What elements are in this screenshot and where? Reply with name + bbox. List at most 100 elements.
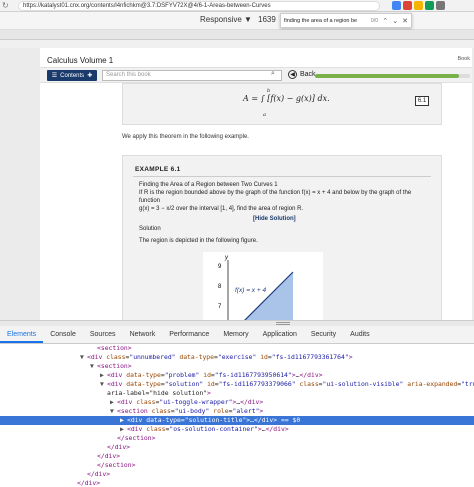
find-input[interactable]: finding the area of a region be <box>284 18 367 24</box>
formula-upper: b <box>267 88 271 94</box>
page: Calculus Volume 1 Book ☰ Contents ✚ Sear… <box>40 48 472 320</box>
tab-audits[interactable]: Audits <box>343 326 376 343</box>
grip-icon <box>276 322 290 325</box>
expand-toggle-icon[interactable]: ▼ <box>90 362 97 371</box>
contents-label: Contents <box>60 72 85 79</box>
tab-console[interactable]: Console <box>43 326 83 343</box>
equation-number: 6.1 <box>415 96 429 106</box>
dom-node[interactable]: ▼ <div data-type="solution" id="fs-id1167… <box>0 380 474 389</box>
dom-node-text: </div> <box>97 452 121 460</box>
tab-network[interactable]: Network <box>123 326 163 343</box>
dom-node-text: <div class="ui-toggle-wrapper">…</div> <box>117 398 264 406</box>
dom-node-selected[interactable]: ▶ <div data-type="solution-title">…</div>… <box>0 416 474 425</box>
region-graph: y 9 8 7 6 f(x) = x + 4 <box>203 252 323 320</box>
dom-node-text: <div class="unnumbered" data-type="exerc… <box>87 353 353 361</box>
address-bar[interactable]: https://katalyst01.cnx.org/contents/l4nf… <box>18 1 380 11</box>
progress-fill <box>315 74 460 78</box>
dom-node[interactable]: </div> <box>0 479 474 487</box>
example-text-line-2: g(x) = 3 − x/2 over the interval [1, 4],… <box>139 206 304 212</box>
fx-label: f(x) = x + 4 <box>235 287 266 294</box>
dom-node[interactable]: ▼ <div class="unnumbered" data-type="exer… <box>0 353 474 362</box>
dom-node[interactable]: ▶ <div data-type="problem" id="fs-id11677… <box>0 371 474 380</box>
dom-node[interactable]: </div> <box>0 443 474 452</box>
expand-toggle-icon[interactable]: ▼ <box>100 380 107 389</box>
find-count: 0/0 <box>370 17 379 24</box>
find-close-icon[interactable]: ✕ <box>402 17 408 25</box>
expand-toggle-icon[interactable]: ▼ <box>110 407 117 416</box>
example-name: Finding the Area of a Region between Two… <box>139 182 278 188</box>
dom-node-text: <div data-type="problem" id="fs-id116779… <box>107 371 323 379</box>
list-icon: ☰ <box>51 73 58 79</box>
dom-node-text: </div> <box>107 443 131 451</box>
find-next-icon[interactable]: ⌄ <box>392 17 398 25</box>
dom-node[interactable]: ▶ <div class="ui-toggle-wrapper">…</div> <box>0 398 474 407</box>
tab-sources[interactable]: Sources <box>83 326 123 343</box>
book-link[interactable]: Book <box>457 56 470 62</box>
solution-label: Solution <box>139 226 161 232</box>
extension-icon-1[interactable] <box>392 1 401 10</box>
back-button[interactable]: ◀ Back <box>288 70 316 79</box>
formula-lower: a <box>263 112 266 118</box>
dom-node[interactable]: </section> <box>0 434 474 443</box>
nav-buttons: ↻ <box>2 1 9 11</box>
dom-node[interactable]: aria-label="hide solution"> <box>0 389 474 398</box>
example-box: EXAMPLE 6.1 Finding the Area of a Region… <box>122 155 442 320</box>
dom-node[interactable]: ▼ <section class="ui-body" role="alert"> <box>0 407 474 416</box>
y-tick-9: 9 <box>218 264 222 270</box>
dom-node-text: </div> <box>77 479 101 487</box>
expand-toggle-icon[interactable]: ▶ <box>120 416 127 425</box>
reload-icon[interactable]: ↻ <box>2 1 9 11</box>
expand-toggle-icon[interactable]: ▶ <box>100 371 107 380</box>
device-width-input[interactable]: 1639 <box>258 15 276 24</box>
dom-node[interactable]: ▼ <section> <box>0 362 474 371</box>
book-nav: ☰ Contents ✚ Search this book ⌕ ◀ Back <box>40 67 472 83</box>
dom-node[interactable]: ▶ <div class="os-solution-container">…</d… <box>0 425 474 434</box>
hide-solution-link[interactable]: [Hide Solution] <box>253 216 296 222</box>
dom-node-text: <div data-type="solution" id="fs-id11677… <box>107 380 474 388</box>
dom-node[interactable]: </div> <box>0 470 474 479</box>
contents-button[interactable]: ☰ Contents ✚ <box>47 70 97 81</box>
find-bar: finding the area of a region be 0/0 ⌃ ⌄ … <box>280 13 412 28</box>
example-title: EXAMPLE 6.1 <box>135 166 181 173</box>
divider <box>133 176 431 177</box>
tab-performance[interactable]: Performance <box>162 326 216 343</box>
tab-application[interactable]: Application <box>256 326 304 343</box>
device-mode-select[interactable]: Responsive ▼ <box>200 15 252 24</box>
expand-toggle-icon[interactable]: ▶ <box>120 425 127 434</box>
browser-toolbar: ↻ https://katalyst01.cnx.org/contents/l4… <box>0 0 474 12</box>
tab-elements[interactable]: Elements <box>0 326 44 343</box>
ruler <box>0 40 474 48</box>
dom-node-text: <section> <box>97 362 132 370</box>
search-icon[interactable]: ⌕ <box>271 70 275 78</box>
page-viewport: Calculus Volume 1 Book ☰ Contents ✚ Sear… <box>0 48 474 320</box>
elements-panel: <section> ▼ <div class="unnumbered" data-t… <box>0 344 474 487</box>
find-prev-icon[interactable]: ⌃ <box>382 17 388 25</box>
expand-toggle-icon[interactable]: ▼ <box>80 353 87 362</box>
area-formula: a b A = ∫ [f(x) − g(x)] dx. <box>243 88 330 118</box>
dom-node-text: <div class="os-solution-container">…</di… <box>127 425 289 433</box>
graph-svg: y 9 8 7 6 f(x) = x + 4 <box>218 255 294 320</box>
expand-toggle-icon[interactable]: ▶ <box>110 398 117 407</box>
extension-icon-5[interactable] <box>436 1 445 10</box>
dom-node[interactable]: </section> <box>0 461 474 470</box>
extension-icon-4[interactable] <box>425 1 434 10</box>
plus-icon: ✚ <box>87 73 93 79</box>
book-title: Calculus Volume 1 <box>47 56 114 65</box>
y-tick-8: 8 <box>218 284 222 290</box>
dom-node-text: </section> <box>117 434 156 442</box>
dom-node[interactable]: </div> <box>0 452 474 461</box>
tab-memory[interactable]: Memory <box>216 326 255 343</box>
dom-node-text: </section> <box>97 461 136 469</box>
search-input[interactable]: Search this book <box>102 70 282 81</box>
media-query-bar[interactable] <box>0 30 474 40</box>
extension-icon-3[interactable] <box>414 1 423 10</box>
dom-node-text: <div data-type="solution-title">…</div> … <box>127 416 301 424</box>
devtools-tabs: Elements Console Sources Network Performance… <box>0 326 474 344</box>
y-tick-7: 7 <box>218 304 222 310</box>
dom-node-text: aria-label="hide solution"> <box>107 389 211 397</box>
intro-text: We apply this theorem in the following e… <box>122 134 249 140</box>
extension-icon-2[interactable] <box>403 1 412 10</box>
arrow-left-icon: ◀ <box>288 70 297 79</box>
tab-security[interactable]: Security <box>304 326 343 343</box>
dom-node[interactable]: <section> <box>0 344 474 353</box>
